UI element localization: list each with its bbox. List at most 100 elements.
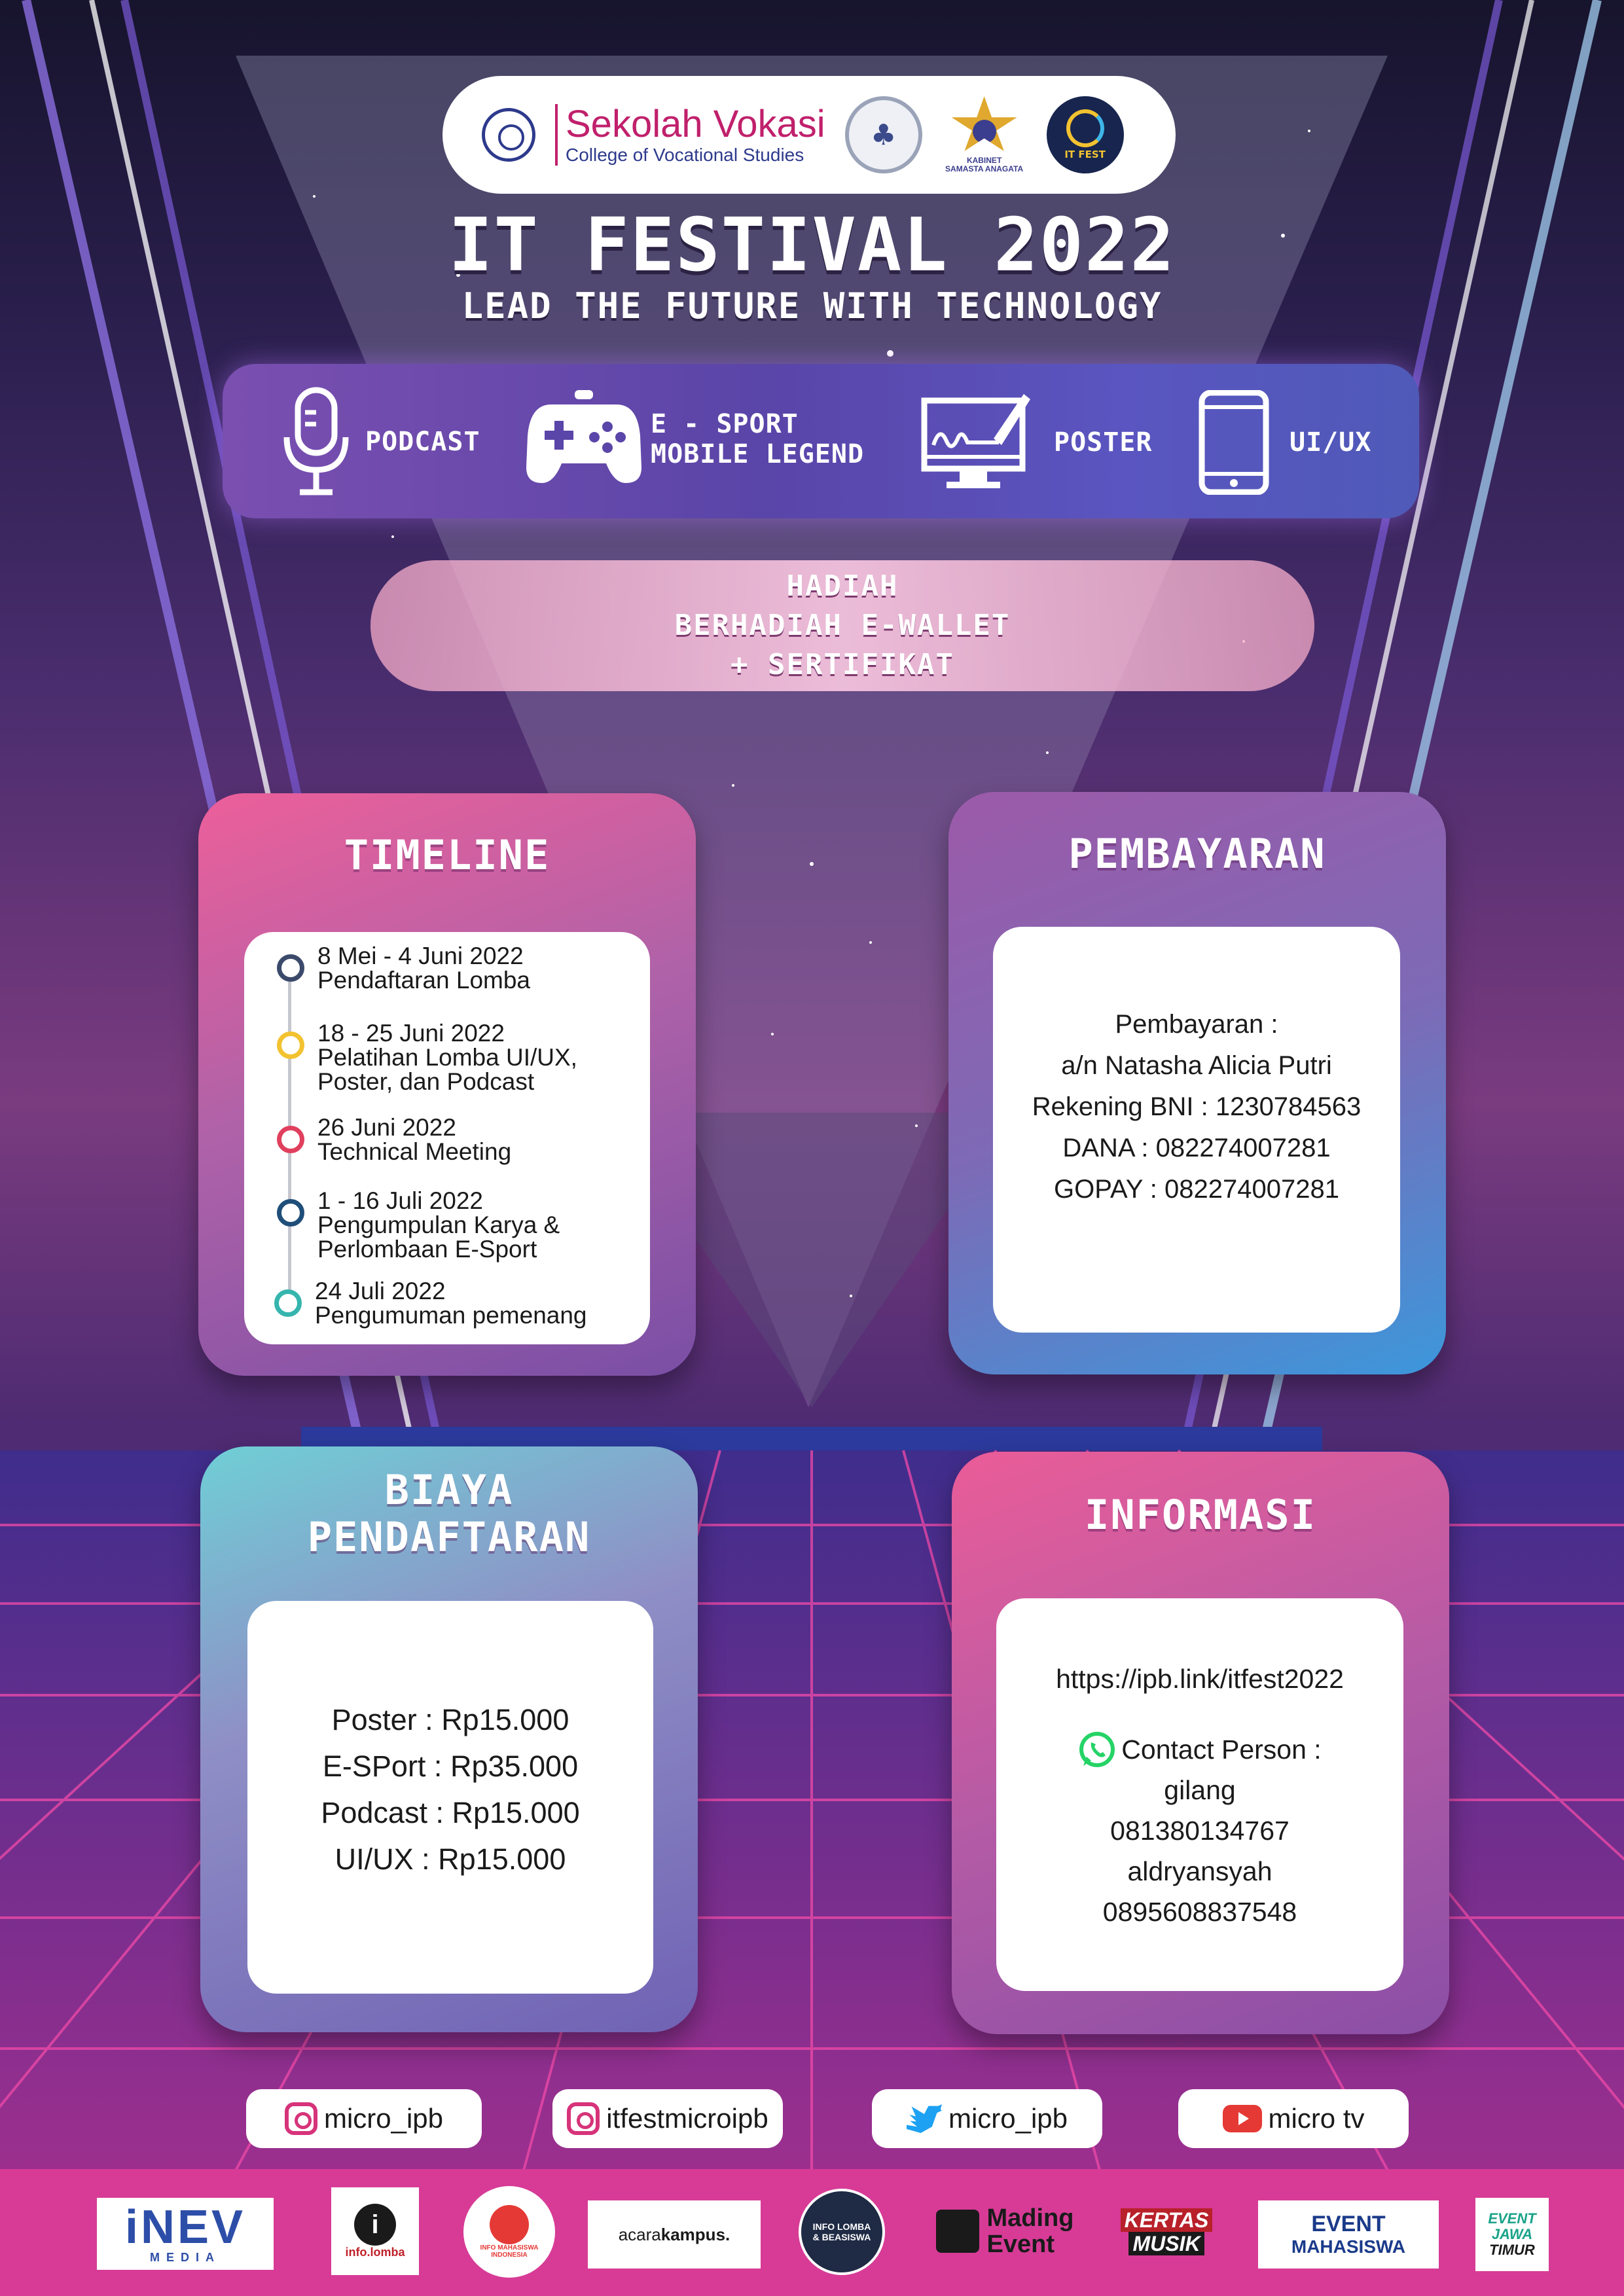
- timeline-card: TIMELINE 8 Mei - 4 Juni 2022 Pendaftaran…: [198, 793, 696, 1376]
- timeline-date: 26 Juni 2022: [317, 1114, 456, 1141]
- competition-esport: E - SPORT MOBILE LEGEND: [525, 390, 864, 488]
- timeline-dot: [277, 954, 304, 982]
- competition-esport-label-1: E - SPORT: [651, 409, 799, 439]
- timeline-item: 18 - 25 Juni 2022 Pelatihan Lomba UI/UX,…: [277, 1020, 577, 1095]
- timeline-dot: [274, 1289, 302, 1317]
- info-details: https://ipb.link/itfest2022 Contact Pers…: [996, 1598, 1403, 1991]
- payment-details: Pembayaran : a/n Natasha Alicia Putri Re…: [993, 927, 1400, 1333]
- instagram-icon: [284, 2102, 317, 2135]
- whatsapp-icon: [1079, 1732, 1115, 1767]
- sponsor-event-mahasiswa: EVENT MAHASISWA: [1258, 2200, 1439, 2269]
- info-link[interactable]: https://ipb.link/itfest2022: [996, 1659, 1403, 1699]
- competition-esport-label-2: MOBILE LEGEND: [651, 439, 865, 469]
- competition-poster: POSTER: [920, 390, 1153, 495]
- timeline-item: 1 - 16 Juli 2022 Pengumpulan Karya & Per…: [277, 1187, 560, 1263]
- school-name-block: Sekolah Vokasi College of Vocational Stu…: [555, 104, 825, 166]
- timeline-date: 18 - 25 Juni 2022: [317, 1020, 505, 1047]
- competition-uiux-label: UI/UX: [1290, 427, 1372, 457]
- competition-podcast: PODCAST: [280, 386, 480, 497]
- timeline-date: 24 Juli 2022: [315, 1278, 446, 1304]
- event-title: IT FESTIVAL 2022: [448, 203, 1176, 288]
- prize-line-certificate: + SERTIFIKAT: [731, 648, 954, 681]
- timeline-desc: Pelatihan Lomba UI/UX,: [317, 1044, 577, 1071]
- itfest-logo-icon: IT FEST: [1046, 96, 1124, 173]
- timeline-date: 8 Mei - 4 Juni 2022: [317, 942, 524, 969]
- payment-line: Pembayaran :: [1115, 1010, 1278, 1039]
- timeline-item: 8 Mei - 4 Juni 2022 Pendaftaran Lomba: [277, 942, 531, 994]
- information-card: INFORMASI https://ipb.link/itfest2022 Co…: [952, 1452, 1449, 2034]
- school-subtitle: College of Vocational Studies: [566, 145, 804, 165]
- timeline-item: 24 Juli 2022 Pengumuman pemenang: [274, 1278, 587, 1329]
- microphone-icon: [283, 387, 349, 495]
- competition-podcast-label: PODCAST: [365, 427, 480, 457]
- timeline-date: 1 - 16 Juli 2022: [317, 1187, 484, 1214]
- itfest-logo-text: IT FEST: [1064, 149, 1106, 160]
- registration-fee-card: BIAYA PENDAFTARAN Poster : Rp15.000 E-SP…: [200, 1446, 698, 2032]
- kabinet-caption-bottom: SAMASTA ANAGATA: [945, 164, 1024, 173]
- timeline-item: 26 Juni 2022 Technical Meeting: [277, 1114, 512, 1165]
- timeline-desc: Perlombaan E-Sport: [317, 1236, 537, 1263]
- contact-phone: 0895608837548: [1102, 1897, 1297, 1927]
- social-label: itfestmicroipb: [606, 2103, 768, 2134]
- fee-poster: Poster : Rp15.000: [331, 1703, 569, 1736]
- header-logo-bar: Sekolah Vokasi College of Vocational Stu…: [442, 76, 1176, 194]
- social-label: micro_ipb: [948, 2103, 1068, 2134]
- competition-bar: PODCAST E - SPORT MOBILE LEGEND POSTER U…: [223, 364, 1419, 518]
- fee-podcast: Podcast : Rp15.000: [321, 1796, 580, 1829]
- sponsor-mading-event: Mading Event: [923, 2195, 1087, 2267]
- prize-line-ewallet: BERHADIAH E-WALLET: [674, 609, 1011, 642]
- smartphone-icon: [1199, 390, 1269, 495]
- payment-bni: Rekening BNI : 1230784563: [1032, 1092, 1362, 1121]
- timeline-desc: Pendaftaran Lomba: [317, 967, 531, 994]
- payment-gopay: GOPAY : 082274007281: [1054, 1175, 1339, 1204]
- timeline-desc: Pengumuman pemenang: [315, 1302, 587, 1329]
- social-instagram-itfest[interactable]: itfestmicroipb: [552, 2089, 783, 2148]
- payment-dana: DANA : 082274007281: [1062, 1134, 1331, 1162]
- info-title: INFORMASI: [1085, 1491, 1316, 1539]
- timeline-desc: Pengumpulan Karya &: [317, 1211, 560, 1238]
- payment-account-name: a/n Natasha Alicia Putri: [1061, 1051, 1332, 1080]
- social-label: micro_ipb: [323, 2103, 444, 2134]
- payment-card: PEMBAYARAN Pembayaran : a/n Natasha Alic…: [948, 792, 1446, 1374]
- payment-title: PEMBAYARAN: [1068, 830, 1326, 878]
- fee-title-2: PENDAFTARAN: [307, 1513, 591, 1561]
- timeline-dot: [277, 1031, 304, 1059]
- timeline-desc: Poster, dan Podcast: [317, 1068, 535, 1095]
- timeline-dot: [277, 1126, 304, 1153]
- timeline-dot: [277, 1199, 304, 1227]
- timeline-title: TIMELINE: [344, 831, 550, 879]
- sponsor-event-jawa-timur: EVENT JAWA TIMUR: [1475, 2198, 1549, 2271]
- social-youtube-microtv[interactable]: micro tv: [1178, 2089, 1409, 2148]
- event-subtitle: LEAD THE FUTURE WITH TECHNOLOGY: [461, 285, 1163, 327]
- social-twitter-micro[interactable]: micro_ipb: [872, 2089, 1102, 2148]
- school-name: Sekolah Vokasi: [566, 103, 825, 145]
- sponsor-infolomba: i info.lomba: [331, 2187, 419, 2275]
- competition-poster-label: POSTER: [1054, 427, 1153, 457]
- fee-esport: E-SPort : Rp35.000: [322, 1749, 579, 1783]
- sponsor-info-lomba-beasiswa: INFO LOMBA & BEASISWA: [799, 2189, 885, 2275]
- sponsor-info-mahasiswa: INFO MAHASISWA INDONESIA: [463, 2186, 555, 2278]
- kabinet-logo-icon: KABINET SAMASTA ANAGATA: [942, 96, 1027, 173]
- timeline-list: 8 Mei - 4 Juni 2022 Pendaftaran Lomba 18…: [244, 932, 650, 1344]
- contact-name: gilang: [1164, 1775, 1236, 1805]
- sponsor-inev: iNEV MEDIA: [97, 2198, 274, 2270]
- instagram-icon: [567, 2102, 600, 2135]
- sponsor-kertas-musik: KERTAS MUSIK: [1113, 2198, 1220, 2266]
- social-instagram-micro[interactable]: micro_ipb: [246, 2089, 482, 2148]
- sponsor-acara-kampus: acara kampus.: [588, 2200, 761, 2269]
- prize-banner: HADIAH BERHADIAH E-WALLET + SERTIFIKAT: [370, 560, 1314, 691]
- contact-label: Contact Person :: [1121, 1734, 1322, 1765]
- fee-details: Poster : Rp15.000 E-SPort : Rp35.000 Pod…: [247, 1601, 653, 1994]
- drawing-monitor-icon: [921, 394, 1030, 488]
- ipb-emblem-icon: [482, 108, 535, 162]
- prize-heading: HADIAH: [786, 569, 899, 603]
- gamepad-icon: [526, 390, 641, 483]
- twitter-icon: [906, 2104, 942, 2133]
- contact-name: aldryansyah: [1127, 1856, 1272, 1886]
- timeline-desc: Technical Meeting: [317, 1138, 512, 1165]
- sponsor-footer: iNEV MEDIA i info.lomba INFO MAHASISWA I…: [0, 2169, 1624, 2296]
- youtube-icon: [1222, 2105, 1262, 2132]
- fee-uiux: UI/UX : Rp15.000: [334, 1842, 566, 1876]
- contact-phone: 081380134767: [1110, 1816, 1290, 1846]
- fee-title-1: BIAYA: [384, 1466, 514, 1514]
